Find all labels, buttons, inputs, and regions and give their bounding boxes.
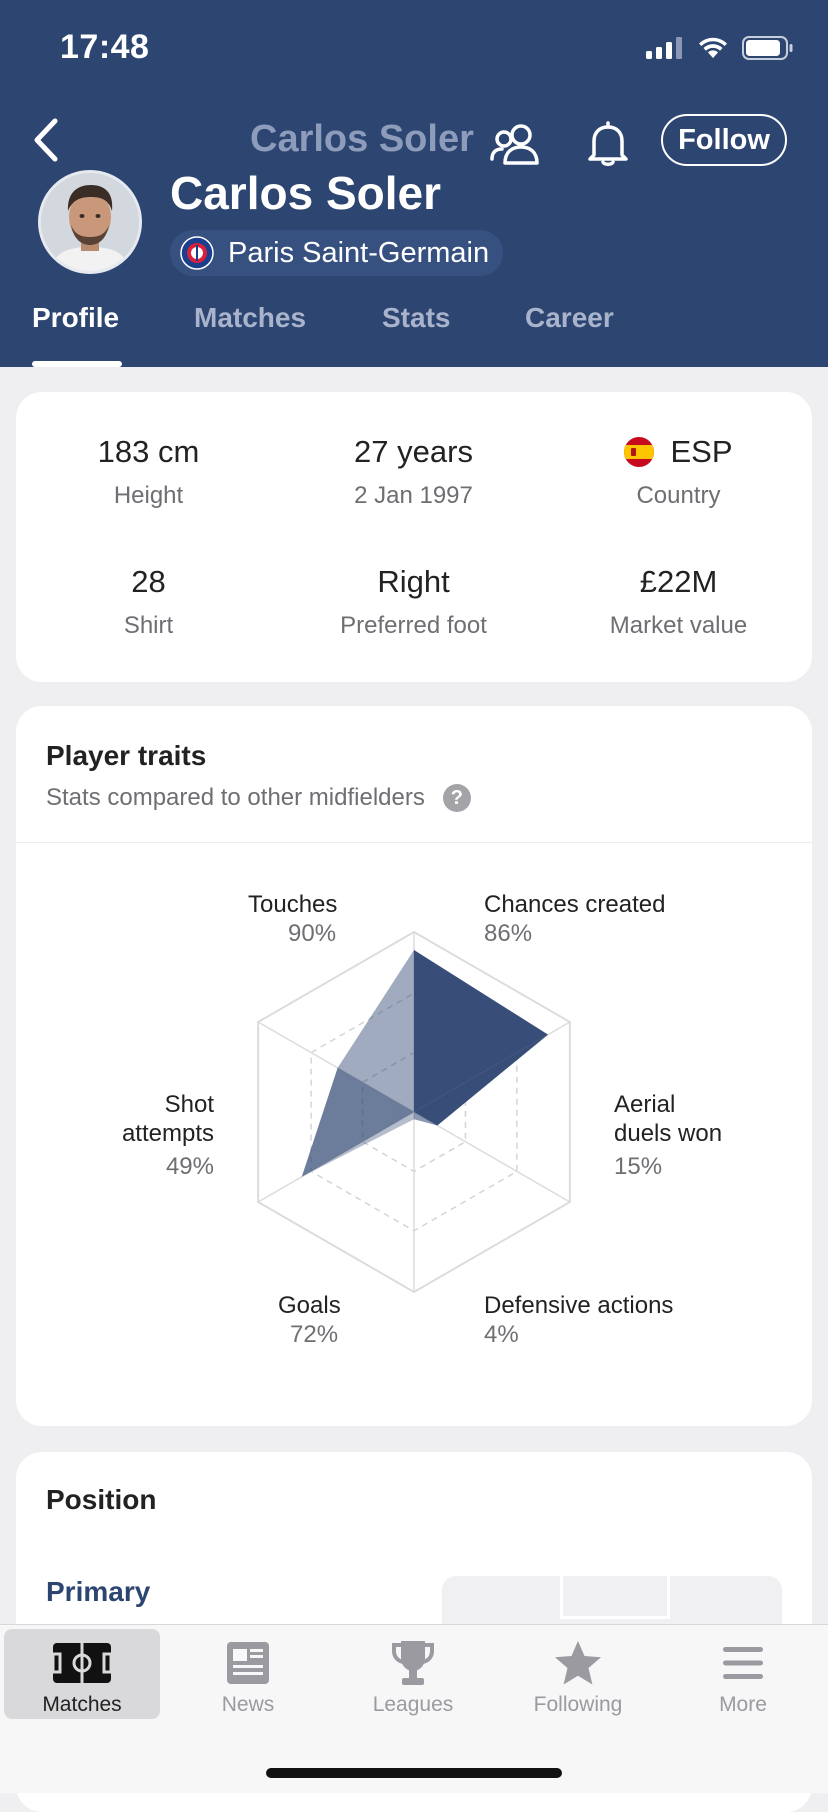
trait-name: Goals: [278, 1292, 341, 1319]
nav-label: News: [221, 1693, 275, 1716]
trait-goals: Goals 72%: [278, 1291, 341, 1349]
trait-name-line2: attempts: [121, 1120, 214, 1147]
info-value: 27 years: [354, 434, 473, 469]
position-title: Position: [46, 1484, 157, 1515]
home-indicator: [266, 1768, 562, 1778]
nav-label: Matches: [42, 1693, 122, 1716]
status-time: 17:48: [60, 28, 150, 66]
info-value: Right: [377, 564, 450, 599]
notifications-button[interactable]: [580, 116, 636, 172]
nav-leagues[interactable]: Leagues: [335, 1629, 491, 1719]
team-chip[interactable]: Paris Saint-Germain: [170, 230, 504, 276]
info-height: 183 cm Height: [16, 434, 281, 510]
trait-defensive-actions: Defensive actions 4%: [484, 1291, 673, 1349]
trait-name: Chances created: [484, 891, 666, 918]
users-icon: [490, 124, 539, 165]
player-header: 17:48 Carlos Soler Follow Carlos Soler P…: [0, 0, 828, 367]
bell-icon: [588, 121, 628, 166]
nav-news[interactable]: News: [170, 1629, 326, 1719]
info-shirt: 28 Shirt: [16, 564, 281, 640]
wifi-icon: [699, 37, 727, 58]
trait-name: Defensive actions: [484, 1292, 674, 1319]
info-age: 27 years 2 Jan 1997: [281, 434, 546, 510]
player-name: Carlos Soler: [170, 167, 441, 219]
psg-crest-icon: [180, 236, 214, 270]
player-traits-card: Player traits Stats compared to other mi…: [16, 706, 812, 1426]
info-label: Height: [113, 482, 184, 509]
country-code: ESP: [670, 434, 733, 469]
battery-icon: [742, 36, 793, 60]
player-info-card: 183 cm Height 27 years 2 Jan 1997 ESP Co…: [16, 392, 812, 682]
traits-subtitle: Stats compared to other midfielders ?: [46, 784, 471, 812]
position-primary-label: Primary: [46, 1576, 151, 1607]
player-avatar: [38, 170, 142, 274]
tab-matches[interactable]: Matches: [194, 302, 306, 334]
trait-aerial-duels: Aerial duels won 15%: [614, 1090, 722, 1181]
traits-title: Player traits: [46, 740, 207, 771]
nav-following[interactable]: Following: [500, 1629, 656, 1719]
trait-shot-attempts: Shot attempts 49%: [108, 1090, 214, 1181]
info-value: £22M: [639, 564, 718, 599]
active-tab-indicator: [32, 361, 122, 367]
tab-profile[interactable]: Profile: [32, 302, 119, 334]
tab-stats[interactable]: Stats: [382, 302, 450, 334]
trait-percent: 15%: [614, 1153, 663, 1180]
help-icon[interactable]: ?: [442, 784, 471, 812]
trait-percent: 4%: [484, 1321, 519, 1348]
info-label: Shirt: [123, 612, 174, 639]
pitch-icon: [51, 1643, 113, 1683]
info-preferred-foot: Right Preferred foot: [281, 564, 546, 640]
trait-percent: 49%: [165, 1153, 214, 1180]
newspaper-icon: [227, 1642, 269, 1684]
trait-name: Touches: [248, 891, 338, 918]
signal-icon: [646, 37, 682, 59]
info-label: Market value: [609, 612, 748, 639]
back-button[interactable]: [18, 112, 74, 168]
team-name: Paris Saint-Germain: [228, 236, 490, 269]
trait-touches: Touches 90%: [248, 890, 337, 948]
info-value: ESP: [546, 434, 811, 470]
nav-matches[interactable]: Matches: [4, 1629, 160, 1719]
spain-flag-icon: [624, 437, 655, 467]
trait-name: Shot: [164, 1091, 214, 1118]
nav-label: More: [719, 1693, 767, 1716]
trophy-icon: [392, 1641, 434, 1685]
status-icons: [646, 36, 794, 60]
nav-label: Leagues: [372, 1693, 454, 1716]
profile-tabs: Profile Matches Stats Career: [0, 296, 828, 367]
info-label: Preferred foot: [340, 612, 487, 639]
trait-chances-created: Chances created 86%: [484, 890, 665, 948]
info-country[interactable]: ESP Country: [546, 434, 811, 510]
player-photo-icon: [41, 173, 139, 271]
nav-more[interactable]: More: [665, 1629, 821, 1719]
trait-name: Aerial: [614, 1091, 676, 1118]
chevron-left-icon: [34, 118, 58, 162]
info-label: Country: [636, 482, 721, 509]
pitch-penalty-box: [560, 1576, 670, 1619]
star-icon: [555, 1641, 601, 1685]
info-market-value: £22M Market value: [546, 564, 811, 640]
trait-percent: 72%: [290, 1321, 339, 1348]
friends-button[interactable]: [488, 116, 544, 172]
trait-name-line2: duels won: [614, 1120, 723, 1147]
traits-subtitle-text: Stats compared to other midfielders: [46, 784, 425, 811]
info-value: 28: [131, 564, 166, 599]
info-value: 183 cm: [97, 434, 200, 469]
header-title: Carlos Soler: [250, 118, 474, 160]
menu-icon: [723, 1647, 763, 1679]
nav-label: Following: [533, 1693, 623, 1716]
trait-percent: 90%: [288, 920, 337, 947]
trait-percent: 86%: [484, 920, 533, 947]
tab-career[interactable]: Career: [525, 302, 614, 334]
follow-button[interactable]: Follow: [661, 114, 787, 166]
info-label: 2 Jan 1997: [354, 482, 473, 509]
